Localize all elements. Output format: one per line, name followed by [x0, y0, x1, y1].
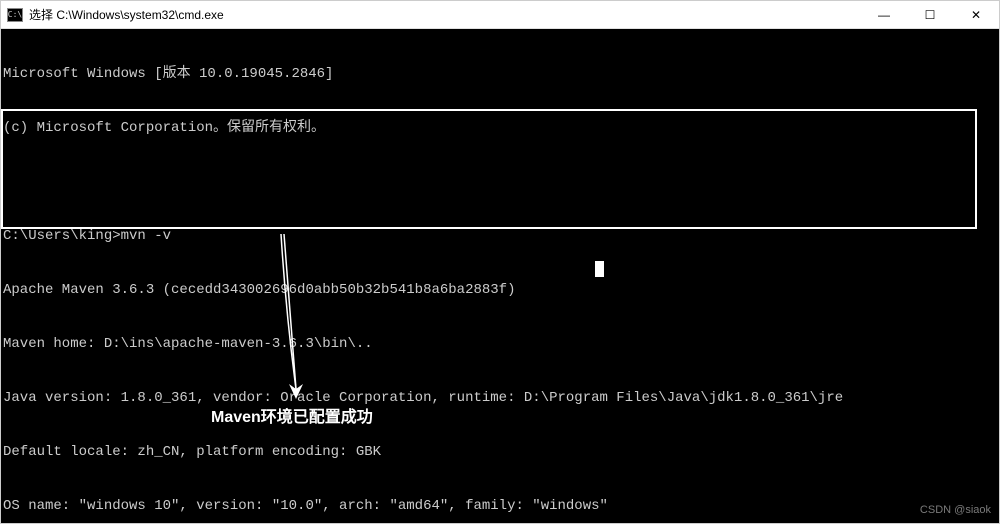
terminal-line: Microsoft Windows [版本 10.0.19045.2846] — [1, 65, 999, 83]
terminal-line: OS name: "windows 10", version: "10.0", … — [1, 497, 999, 515]
terminal-area[interactable]: Microsoft Windows [版本 10.0.19045.2846] (… — [1, 29, 999, 523]
terminal-line: C:\Users\king>mvn -v — [1, 227, 999, 245]
terminal-line: (c) Microsoft Corporation。保留所有权利。 — [1, 119, 999, 137]
terminal-line: Java version: 1.8.0_361, vendor: Oracle … — [1, 389, 999, 407]
terminal-blank — [1, 173, 999, 191]
annotation-arrow — [276, 234, 316, 399]
window-title: 选择 C:\Windows\system32\cmd.exe — [29, 6, 861, 23]
window-controls: — ☐ ✕ — [861, 1, 999, 28]
terminal-cursor — [595, 261, 604, 277]
close-button[interactable]: ✕ — [953, 1, 999, 28]
cmd-window: C:\ 选择 C:\Windows\system32\cmd.exe — ☐ ✕… — [0, 0, 1000, 524]
terminal-line: Maven home: D:\ins\apache-maven-3.6.3\bi… — [1, 335, 999, 353]
minimize-button[interactable]: — — [861, 1, 907, 28]
terminal-line: Default locale: zh_CN, platform encoding… — [1, 443, 999, 461]
terminal-line: Apache Maven 3.6.3 (cecedd343002696d0abb… — [1, 281, 999, 299]
titlebar[interactable]: C:\ 选择 C:\Windows\system32\cmd.exe — ☐ ✕ — [1, 1, 999, 29]
watermark: CSDN @siaok — [920, 501, 991, 519]
cmd-icon: C:\ — [7, 8, 23, 22]
annotation-text: Maven环境已配置成功 — [211, 409, 373, 427]
maximize-button[interactable]: ☐ — [907, 1, 953, 28]
